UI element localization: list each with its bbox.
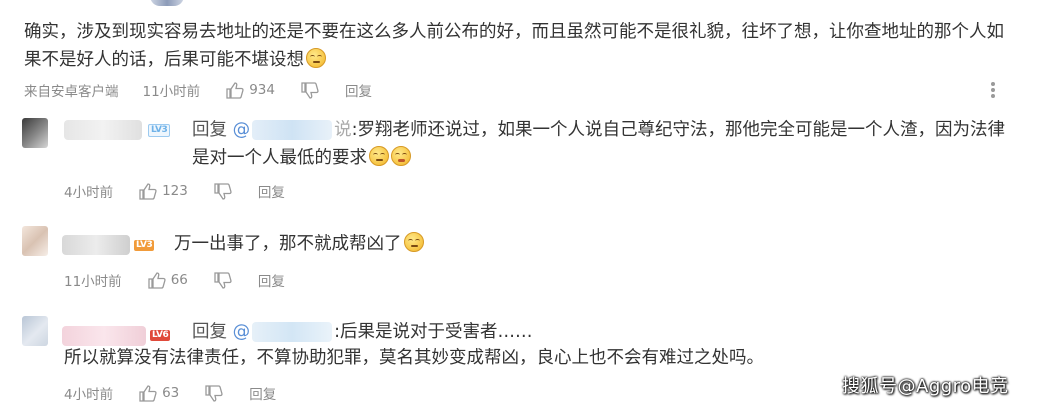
avatar[interactable] xyxy=(22,226,48,256)
level-badge: LV6 xyxy=(150,330,171,341)
level-badge: LV3 xyxy=(148,124,171,137)
avatar[interactable] xyxy=(22,118,48,148)
dislike-button[interactable] xyxy=(214,182,232,200)
thumbs-up-icon xyxy=(139,182,157,200)
main-comment-actions: 来自安卓客户端 11小时前 934 回复 xyxy=(24,80,390,100)
reply-button[interactable]: 回复 xyxy=(258,270,285,290)
mention-link[interactable]: @ 说 xyxy=(233,120,352,140)
emoji-icon xyxy=(391,146,411,166)
reply-actions: 11小时前 66 回复 xyxy=(64,270,303,290)
vertical-dots-icon[interactable] xyxy=(987,80,999,100)
thumbs-down-icon xyxy=(214,182,232,200)
comment-time: 11小时前 xyxy=(142,84,201,100)
thumbs-up-icon xyxy=(139,384,157,402)
username-blurred[interactable] xyxy=(64,120,142,140)
avatar[interactable] xyxy=(22,316,48,346)
username-blurred[interactable] xyxy=(62,326,146,346)
reply-comment-text: 万一出事了，那不就成帮凶了 xyxy=(174,230,994,258)
reply-actions: 4小时前 123 回复 xyxy=(64,181,303,201)
dislike-button[interactable] xyxy=(205,384,223,402)
reply-comment-text-line2: 所以就算没有法律责任，不算协助犯罪，莫名其妙变成帮凶，良心上也不会有难过之处吗。 xyxy=(64,348,764,368)
username-blurred[interactable] xyxy=(62,235,130,255)
comment-source: 来自安卓客户端 xyxy=(24,84,119,100)
level-badge: LV3 xyxy=(134,240,155,251)
reply-prefix: 回复 xyxy=(192,322,227,342)
watermark: 搜狐号@Aggro电竞 xyxy=(842,376,1009,397)
thumbs-up-icon xyxy=(148,271,166,289)
comment-time: 11小时前 xyxy=(64,274,122,290)
like-button[interactable]: 66 xyxy=(148,271,188,289)
reply-button[interactable]: 回复 xyxy=(249,383,276,403)
mention-name-blurred xyxy=(252,322,333,342)
like-count: 934 xyxy=(249,82,275,98)
mention-link[interactable]: @ xyxy=(233,322,335,342)
reply-prefix: 回复 xyxy=(192,120,227,140)
like-count: 63 xyxy=(162,385,180,401)
mention-name-blurred xyxy=(252,120,333,140)
reply-button[interactable]: 回复 xyxy=(345,80,372,100)
like-button[interactable]: 63 xyxy=(139,384,180,402)
emoji-icon xyxy=(369,146,389,166)
like-button[interactable]: 123 xyxy=(139,182,188,200)
thumbs-down-icon xyxy=(301,81,319,99)
like-count: 66 xyxy=(170,272,188,288)
thumbs-down-icon xyxy=(214,271,232,289)
thumbs-down-icon xyxy=(205,384,223,402)
like-button[interactable]: 934 xyxy=(226,81,275,99)
reply-comment-text: 回复 @:后果是说对于受害者…… xyxy=(192,322,533,342)
thumbs-up-icon xyxy=(226,81,244,99)
reply-button[interactable]: 回复 xyxy=(258,181,285,201)
comment-time: 4小时前 xyxy=(64,387,114,403)
main-comment-text: 确实，涉及到现实容易去地址的还是不要在这么多人前公布的好，而且虽然可能不是很礼貌… xyxy=(24,22,1004,70)
previous-user-avatar xyxy=(150,0,184,6)
dislike-button[interactable] xyxy=(301,81,319,99)
like-count: 123 xyxy=(162,183,188,199)
emoji-icon xyxy=(306,48,326,68)
reply-comment-text: 回复 @ 说:罗翔老师还说过，如果一个人说自己尊纪守法，那他完全可能是一个人渣，因… xyxy=(192,120,1005,168)
reply-actions: 4小时前 63 回复 xyxy=(64,383,294,403)
comment-time: 4小时前 xyxy=(64,185,114,201)
dislike-button[interactable] xyxy=(214,271,232,289)
emoji-icon xyxy=(403,232,424,252)
